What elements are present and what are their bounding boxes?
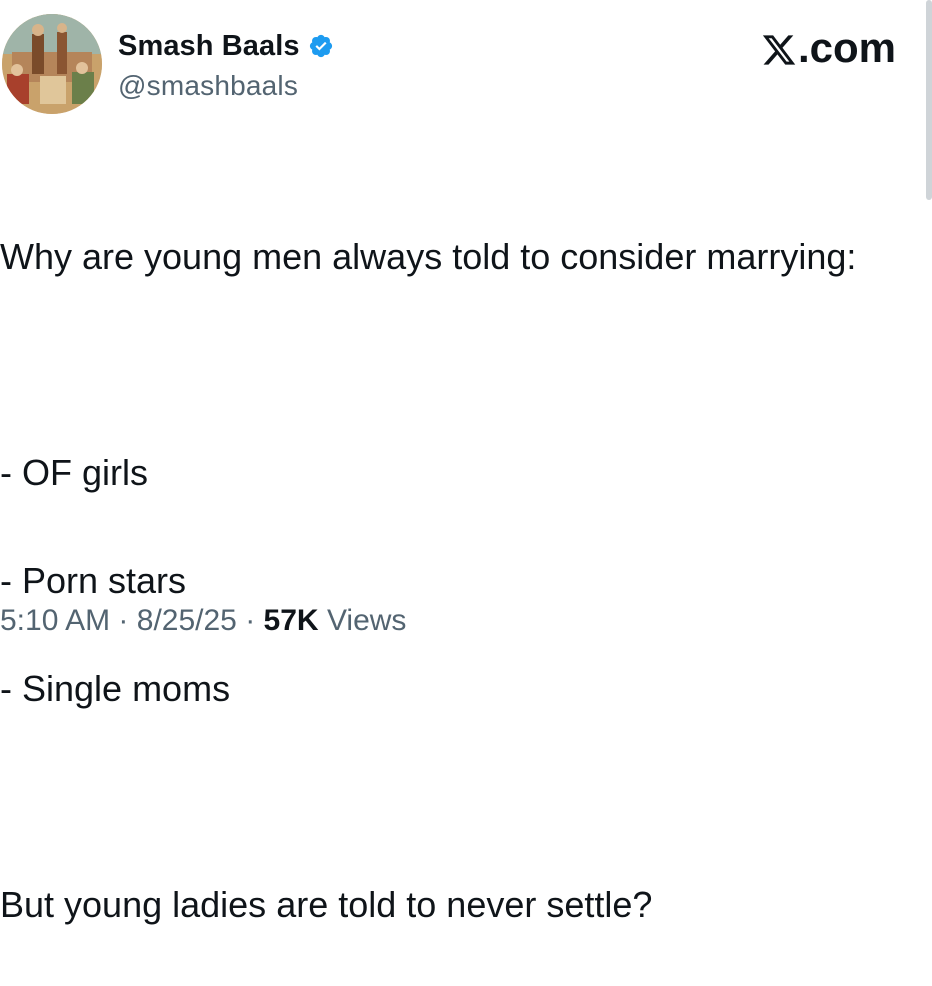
tweet-date[interactable]: 8/25/25: [137, 604, 237, 637]
scrollbar[interactable]: [926, 0, 932, 200]
views-label: Views: [326, 604, 407, 637]
tweet-line: But young ladies are told to never settl…: [0, 884, 653, 925]
tweet-text: Why are young men always told to conside…: [0, 176, 910, 986]
tweet-line: [0, 770, 910, 824]
tweet-time[interactable]: 5:10 AM: [0, 604, 110, 637]
tweet-line: [0, 338, 910, 392]
meta-separator: ·: [118, 604, 129, 637]
tweet-meta: 5:10 AM · 8/25/25 · 57K Views: [0, 604, 406, 638]
brand-watermark: .com: [761, 24, 896, 72]
avatar[interactable]: [2, 14, 102, 114]
tweet-line: - Porn stars: [0, 560, 187, 601]
verified-badge-icon[interactable]: [308, 33, 334, 59]
avatar-painting-icon: [2, 14, 102, 114]
meta-separator: ·: [245, 604, 256, 637]
tweet-line: - OF girls: [0, 452, 148, 493]
author-name-row: Smash Baals: [118, 28, 334, 64]
tweet-line: - Single moms: [0, 668, 231, 709]
tweet-line: Why are young men always told to conside…: [0, 236, 857, 277]
brand-suffix: .com: [797, 24, 896, 71]
views-count[interactable]: 57K: [264, 604, 319, 637]
author-display-name[interactable]: Smash Baals: [118, 30, 300, 63]
x-logo-icon: [761, 30, 797, 66]
author-handle[interactable]: @smashbaals: [118, 70, 298, 102]
